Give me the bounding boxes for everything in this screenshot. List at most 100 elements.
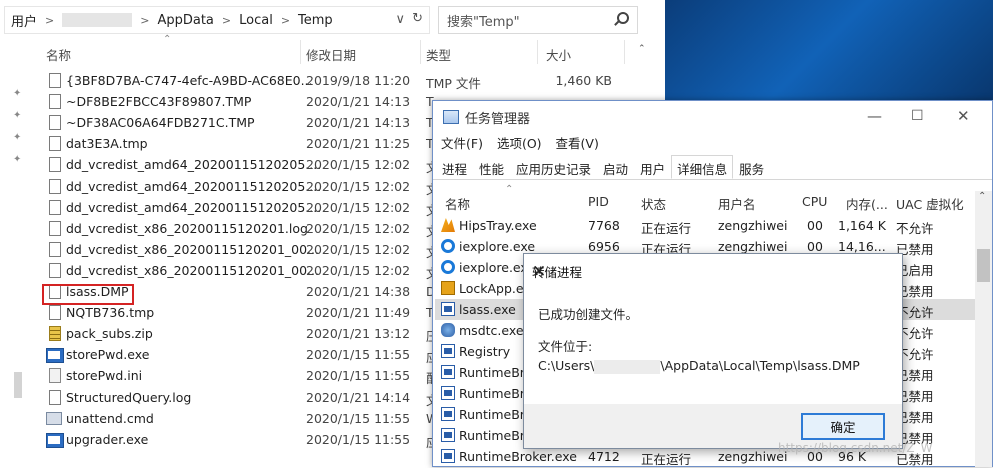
column-divider[interactable] [624, 40, 625, 64]
file-icon [49, 199, 61, 215]
column-cpu[interactable]: CPU [802, 194, 827, 209]
menu-file[interactable]: 文件(F) [441, 133, 483, 152]
minimize-icon[interactable]: — [867, 107, 882, 125]
close-icon[interactable]: ✕ [957, 107, 970, 125]
breadcrumb-temp[interactable]: Temp [292, 13, 339, 28]
process-cpu: 00 [807, 239, 823, 254]
nav-scrollbar-thumb[interactable] [14, 372, 22, 398]
dialog-titlebar[interactable]: 转储进程 ✕ [524, 254, 902, 284]
exe-icon [46, 432, 64, 448]
file-date: 2020/1/21 13:12 [306, 326, 411, 342]
file-type: TMP 文件 [426, 76, 481, 91]
task-manager-icon [443, 110, 459, 124]
file-name: storePwd.ini [66, 368, 143, 384]
tab-details[interactable]: 详细信息 [671, 155, 734, 179]
column-divider[interactable] [300, 40, 301, 64]
column-type[interactable]: 类型 [426, 45, 451, 64]
dialog-location-label: 文件位于: [538, 339, 593, 354]
column-date[interactable]: 修改日期 [306, 45, 356, 64]
file-date: 2019/9/18 11:20 [306, 73, 411, 88]
lock-icon [441, 281, 455, 295]
process-scrollbar[interactable]: ⌃ [975, 191, 992, 467]
chevron-down-icon[interactable]: ∨ [395, 12, 405, 27]
pin-icon: ✦ [13, 154, 22, 165]
breadcrumb-local[interactable]: Local [233, 13, 279, 28]
ok-button[interactable]: 确定 [801, 413, 885, 440]
menu-view[interactable]: 查看(V) [556, 133, 599, 152]
process-cpu: 00 [807, 218, 823, 233]
file-icon [49, 94, 61, 110]
close-icon[interactable]: ✕ [532, 262, 892, 282]
sort-arrow-icon: ⌃ [505, 184, 514, 195]
exe-icon [46, 348, 64, 364]
process-name: lsass.exe [459, 302, 516, 317]
process-name: iexplore.exe [459, 239, 536, 254]
address-bar-area: 用户 > > AppData > Local > Temp ∨ ↻ 搜索"Tem… [0, 6, 650, 34]
column-name[interactable]: 名称 [445, 194, 470, 213]
column-pid[interactable]: PID [588, 194, 609, 209]
file-name: dd_vcredist_x86_20200115120201_00... [66, 241, 319, 257]
dialog-file-path: C:\Users\ \AppData\Local\Temp\lsass.DMP [538, 358, 860, 374]
file-date: 2020/1/15 12:02 [306, 262, 411, 278]
file-date: 2020/1/15 11:55 [306, 347, 411, 363]
file-date: 2020/1/21 14:38 [306, 284, 411, 299]
breadcrumb-appdata[interactable]: AppData [151, 13, 219, 28]
path-suffix: \AppData\Local\Temp\lsass.DMP [660, 358, 860, 373]
file-icon [49, 157, 61, 173]
column-username[interactable]: 用户名 [718, 194, 756, 213]
column-divider[interactable] [537, 40, 538, 64]
column-size[interactable]: 大小 [546, 45, 571, 64]
file-date: 2020/1/21 14:13 [306, 115, 411, 131]
highlight-box [42, 284, 134, 305]
task-manager-menubar: 文件(F) 选项(O) 查看(V) [441, 133, 599, 152]
menu-options[interactable]: 选项(O) [497, 133, 542, 152]
sort-arrow-icon: ⌃ [163, 34, 172, 45]
tab-app-history[interactable]: 应用历史记录 [510, 155, 597, 179]
process-pid: 7768 [588, 218, 620, 233]
maximize-icon[interactable]: ☐ [911, 108, 924, 124]
search-icon[interactable] [617, 12, 629, 24]
tab-startup[interactable]: 启动 [597, 155, 634, 179]
tab-users[interactable]: 用户 [634, 155, 671, 179]
tab-services[interactable]: 服务 [733, 155, 770, 179]
column-name[interactable]: 名称 [46, 45, 71, 64]
file-row[interactable]: {3BF8D7BA-C747-4efc-A9BD-AC68E0... 2019/9… [0, 70, 650, 91]
scroll-up-icon[interactable]: ⌃ [638, 44, 646, 54]
process-memory: 1,164 K [838, 218, 886, 233]
refresh-icon[interactable]: ↻ [412, 11, 423, 26]
file-icon [49, 262, 61, 278]
file-date: 2020/1/15 11:55 [306, 410, 411, 426]
file-name: StructuredQuery.log [66, 389, 192, 405]
column-status[interactable]: 状态 [641, 194, 666, 213]
file-date: 2020/1/21 11:25 [306, 136, 411, 152]
search-input[interactable]: 搜索"Temp" [438, 6, 638, 34]
process-name: RuntimeBroker.exe [459, 449, 577, 464]
process-user: zengzhiwei [718, 218, 788, 233]
tab-performance[interactable]: 性能 [473, 155, 510, 179]
pin-icon: ✦ [13, 132, 22, 143]
column-memory[interactable]: 内存(... [846, 194, 888, 213]
scrollbar-thumb[interactable] [977, 249, 990, 282]
address-bar[interactable]: 用户 > > AppData > Local > Temp ∨ ↻ [4, 6, 430, 34]
scroll-up-icon[interactable]: ⌃ [978, 191, 986, 202]
file-date: 2020/1/15 12:02 [306, 199, 411, 215]
redacted-username [62, 13, 133, 27]
process-name: RuntimeBro [459, 407, 533, 422]
process-name: RuntimeBro [459, 365, 533, 380]
tab-processes[interactable]: 进程 [436, 155, 473, 179]
process-icon [441, 344, 455, 358]
process-row[interactable]: HipsTray.exe 7768 正在运行 zengzhiwei 00 1,164 K 不… [435, 215, 975, 236]
task-manager-titlebar[interactable]: 任务管理器 [433, 101, 992, 133]
file-icon [49, 389, 61, 405]
column-divider[interactable] [420, 40, 421, 64]
file-date: 2020/1/15 12:02 [306, 241, 411, 257]
breadcrumb-users[interactable]: 用户 [5, 11, 43, 30]
process-icon [441, 407, 455, 421]
column-uac[interactable]: UAC 虚拟化 [896, 194, 964, 213]
process-name: msdtc.exe [459, 323, 524, 338]
file-icon [49, 178, 61, 194]
file-name: dd_vcredist_amd64_20200115120205.... [66, 178, 322, 194]
dialog-body: 已成功创建文件。 文件位于: C:\Users\ \AppData\Local\T… [524, 284, 902, 416]
ie-icon [441, 239, 455, 253]
process-icon [441, 428, 455, 442]
